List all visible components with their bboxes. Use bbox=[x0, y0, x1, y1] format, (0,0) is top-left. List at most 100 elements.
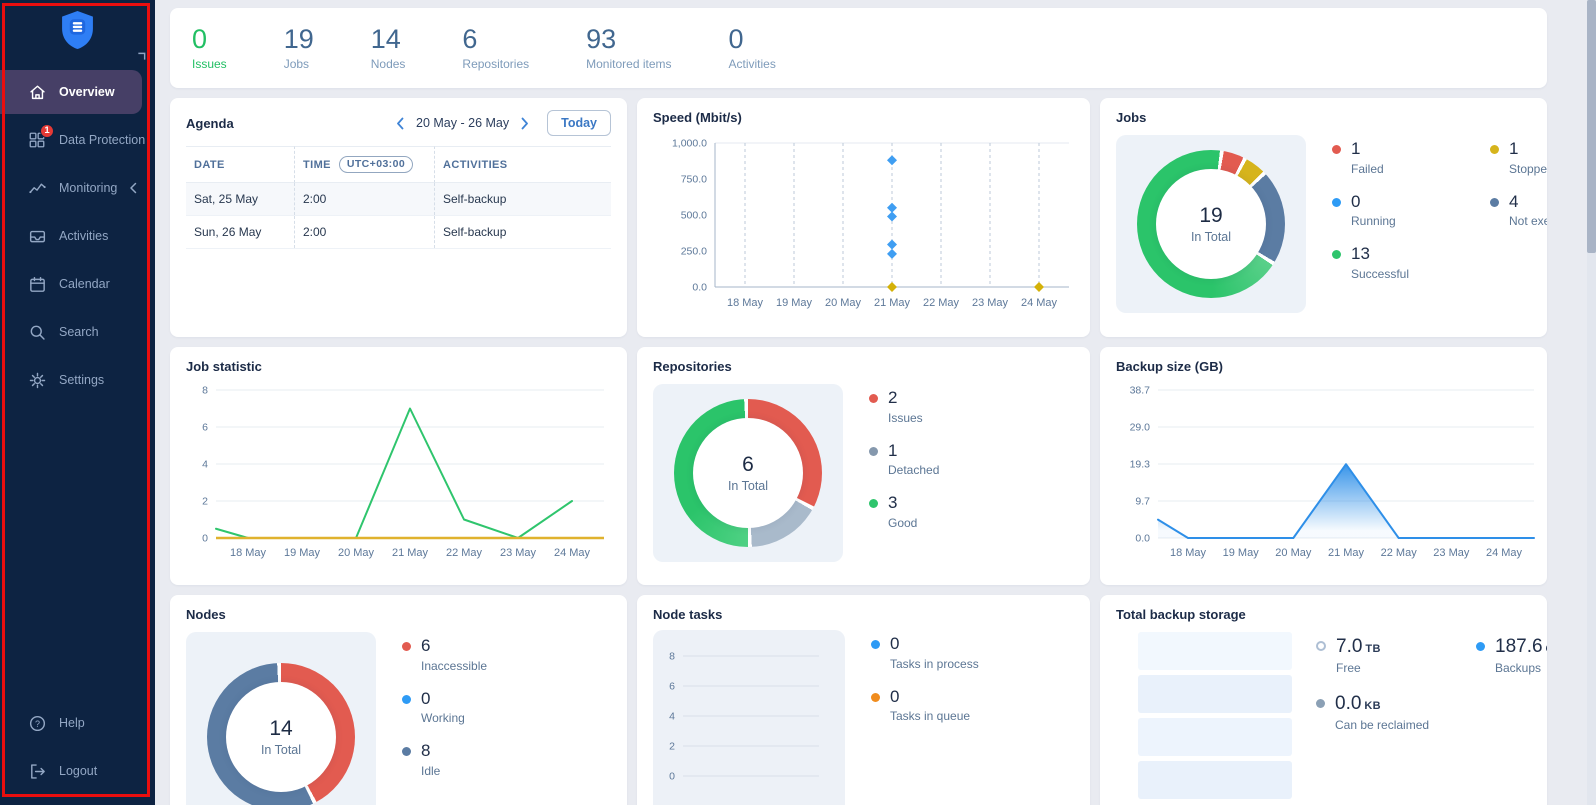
sidebar-item-label: Search bbox=[59, 325, 99, 339]
chevron-left-icon[interactable] bbox=[129, 182, 137, 194]
svg-text:19 May: 19 May bbox=[284, 547, 321, 559]
sidebar-footer: ? Help Logout bbox=[0, 701, 155, 797]
svg-text:9.7: 9.7 bbox=[1135, 496, 1150, 508]
svg-text:20 May: 20 May bbox=[825, 297, 862, 309]
legend-item: 1 Failed bbox=[1332, 139, 1482, 176]
gear-icon bbox=[27, 370, 47, 390]
stat-jobs: 19 Jobs bbox=[284, 25, 314, 70]
sidebar-item-data-protection[interactable]: 1 Data Protection bbox=[0, 118, 155, 162]
agenda-time: 2:00 bbox=[294, 183, 434, 215]
storage-bar bbox=[1138, 675, 1292, 713]
svg-text:4: 4 bbox=[669, 711, 675, 723]
sidebar-item-monitoring[interactable]: Monitoring bbox=[0, 166, 155, 210]
legend-value: 1 bbox=[1351, 139, 1384, 159]
prev-week-button[interactable] bbox=[394, 115, 406, 132]
sidebar-item-overview[interactable]: Overview bbox=[0, 70, 142, 114]
legend-value: 3 bbox=[888, 493, 917, 513]
help-icon: ? bbox=[27, 713, 47, 733]
svg-text:0: 0 bbox=[669, 771, 675, 783]
svg-text:20 May: 20 May bbox=[338, 547, 375, 559]
jobs-donut-chart: 19 In Total bbox=[1137, 150, 1285, 298]
storage-bar bbox=[1138, 718, 1292, 756]
jobs-card: Jobs 19 In Total 1 Failed bbox=[1100, 98, 1547, 337]
legend-label: Not executed bbox=[1509, 214, 1547, 228]
stat-value: 14 bbox=[371, 25, 406, 53]
legend-label: Backups bbox=[1495, 661, 1547, 675]
card-title: Jobs bbox=[1116, 110, 1531, 125]
nodes-donut-chart: 14 In Total bbox=[207, 663, 355, 805]
svg-text:8: 8 bbox=[669, 651, 675, 663]
nodes-card: Nodes 14 In Total 6Inaccessible bbox=[170, 595, 627, 805]
card-title: Repositories bbox=[653, 359, 1074, 374]
legend-value: 0 bbox=[890, 687, 970, 707]
stat-label: Repositories bbox=[462, 57, 529, 71]
svg-text:18 May: 18 May bbox=[727, 297, 764, 309]
home-icon bbox=[27, 82, 47, 102]
svg-text:38.7: 38.7 bbox=[1130, 385, 1151, 397]
stat-monitored-items: 93 Monitored items bbox=[586, 25, 671, 70]
speed-chart: 18 May19 May20 May21 May22 May23 May24 M… bbox=[653, 127, 1074, 336]
sidebar-item-activities[interactable]: Activities bbox=[0, 214, 155, 258]
donut-total: 6 bbox=[742, 453, 754, 477]
legend-label: Issues bbox=[888, 411, 923, 425]
today-button[interactable]: Today bbox=[547, 110, 611, 136]
agenda-activity: Self-backup bbox=[434, 216, 611, 248]
sidebar-item-logout[interactable]: Logout bbox=[0, 749, 155, 793]
node-tasks-legend: 0Tasks in process 0Tasks in queue bbox=[871, 634, 979, 805]
legend-item: 8Idle bbox=[402, 741, 487, 778]
svg-text:0: 0 bbox=[202, 533, 208, 545]
svg-text:4: 4 bbox=[202, 459, 208, 471]
card-title: Job statistic bbox=[186, 359, 611, 374]
donut-total-label: In Total bbox=[728, 479, 768, 493]
legend-dot bbox=[1476, 642, 1485, 651]
sidebar-item-label: Activities bbox=[59, 229, 108, 243]
legend-label: Idle bbox=[421, 764, 440, 778]
svg-text:21 May: 21 May bbox=[392, 547, 429, 559]
legend-dot bbox=[869, 447, 878, 456]
jobs-legend: 1Failed 1Stopped 0Running 4Not executed bbox=[1332, 139, 1547, 313]
stat-issues: 0 Issues bbox=[192, 25, 227, 70]
legend-label: Tasks in process bbox=[890, 657, 979, 671]
card-title: Backup size (GB) bbox=[1116, 359, 1531, 374]
storage-bars bbox=[1138, 632, 1292, 799]
main-content: 0 Issues 19 Jobs 14 Nodes 6 Repositories… bbox=[170, 0, 1547, 805]
scrollbar-thumb[interactable] bbox=[1587, 0, 1596, 253]
stat-label: Nodes bbox=[371, 57, 406, 71]
next-week-button[interactable] bbox=[519, 115, 531, 132]
summary-stats-card: 0 Issues 19 Jobs 14 Nodes 6 Repositories… bbox=[170, 8, 1547, 88]
donut-total-label: In Total bbox=[261, 743, 301, 757]
legend-value: 6 bbox=[421, 636, 487, 656]
backup-size-chart: 0.09.719.329.038.718 May19 May20 May21 M… bbox=[1116, 376, 1531, 581]
svg-text:22 May: 22 May bbox=[1381, 547, 1418, 559]
legend-value: 0 bbox=[421, 689, 465, 709]
legend-item: 1Detached bbox=[869, 441, 939, 478]
sidebar-item-help[interactable]: ? Help bbox=[0, 701, 155, 745]
svg-text:18 May: 18 May bbox=[230, 547, 267, 559]
agenda-table: DATE TIME UTC+03:00 ACTIVITIES Sat, 25 M… bbox=[186, 146, 611, 249]
legend-value: 0 bbox=[1351, 192, 1396, 212]
legend-value: 1 bbox=[1509, 139, 1547, 159]
legend-unit: KB bbox=[1364, 700, 1381, 712]
sidebar-resize-icon[interactable] bbox=[137, 52, 146, 61]
legend-item: 7.0TB Free bbox=[1316, 636, 1466, 675]
legend-dot bbox=[1332, 145, 1341, 154]
sidebar-item-search[interactable]: Search bbox=[0, 310, 155, 354]
legend-value: 2 bbox=[888, 388, 923, 408]
legend-item: 187.6GB Backups bbox=[1476, 636, 1547, 675]
svg-text:20 May: 20 May bbox=[1275, 547, 1312, 559]
stat-value: 19 bbox=[284, 25, 314, 53]
dashboard-grid: Agenda 20 May - 26 May Today DATE TIME U… bbox=[170, 98, 1547, 805]
legend-label: Can be reclaimed bbox=[1335, 718, 1429, 732]
legend-item: 0Running bbox=[1332, 192, 1482, 229]
stat-label: Jobs bbox=[284, 57, 314, 71]
sidebar-item-calendar[interactable]: Calendar bbox=[0, 262, 155, 306]
repositories-legend: 2Issues 1Detached 3Good bbox=[869, 388, 939, 562]
legend-label: Inaccessible bbox=[421, 659, 487, 673]
sidebar-item-settings[interactable]: Settings bbox=[0, 358, 155, 402]
svg-text:2: 2 bbox=[202, 496, 208, 508]
legend-label: Failed bbox=[1351, 162, 1384, 176]
legend-dot bbox=[402, 695, 411, 704]
date-range-label: 20 May - 26 May bbox=[416, 116, 509, 130]
svg-text:23 May: 23 May bbox=[500, 547, 537, 559]
column-header-date: DATE bbox=[186, 146, 294, 183]
